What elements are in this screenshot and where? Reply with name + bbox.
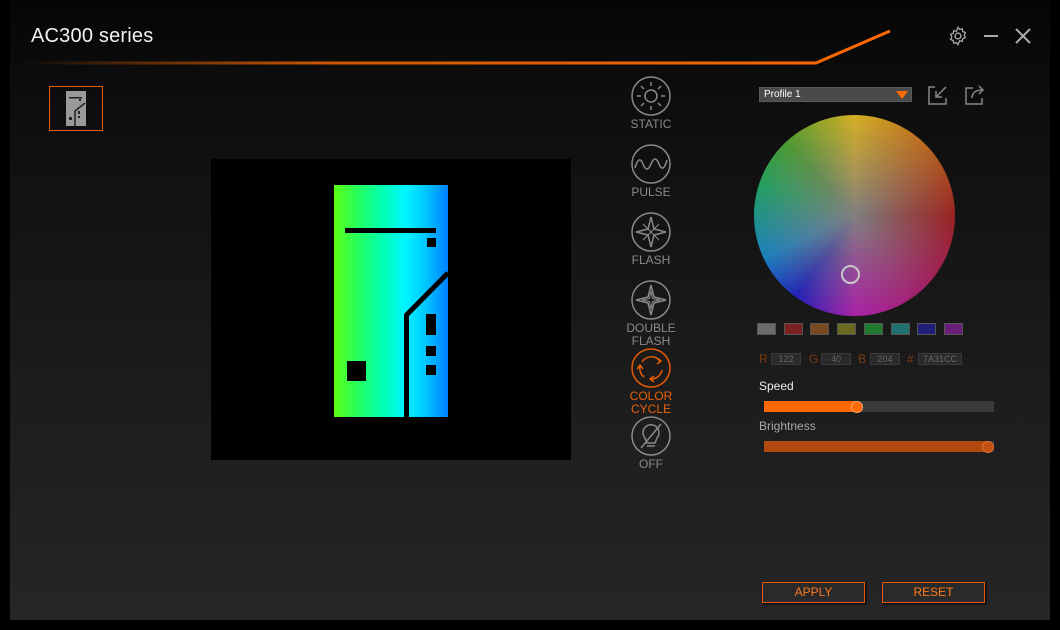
wave-icon [631,144,671,184]
device-preview [211,159,571,460]
mode-flash[interactable]: FLASH [620,212,682,267]
profile-dropdown[interactable]: Profile 1 [759,87,912,102]
color-swatch[interactable] [890,323,910,335]
color-swatch[interactable] [943,323,963,335]
profile-selected: Profile 1 [764,89,801,100]
settings-button[interactable] [946,24,970,48]
export-profile-button[interactable] [963,83,987,107]
star-icon [631,212,671,252]
color-swatch[interactable] [837,323,857,335]
b-label: B [858,352,867,366]
import-icon [928,86,947,105]
speed-slider[interactable] [764,400,994,413]
title-accent-line [20,29,891,65]
gear-icon [949,26,967,46]
color-swatch[interactable] [757,323,776,335]
mode-double-flash-label-2: FLASH [631,334,671,348]
title-bar: AC300 series [0,0,1060,70]
minimize-icon [984,35,998,37]
close-icon [1015,28,1031,44]
brightness-slider-fill [764,441,988,452]
mode-off[interactable]: OFF [620,416,682,471]
close-button[interactable] [1011,24,1035,48]
brightness-label: Brightness [759,419,816,433]
speed-slider-fill [764,401,857,412]
mode-off-label: OFF [639,457,663,471]
brightness-slider[interactable] [764,440,994,453]
color-swatch[interactable] [783,323,803,335]
r-label: R [759,352,768,366]
speed-slider-handle[interactable] [851,400,863,413]
color-swatch[interactable] [810,323,830,335]
reset-button[interactable]: RESET [882,582,985,603]
mode-flash-label: FLASH [631,253,671,267]
export-icon [965,85,985,105]
mode-static-label: STATIC [630,117,672,131]
color-wheel[interactable] [754,115,955,316]
bulb-off-icon [631,416,671,456]
color-swatch[interactable] [917,323,937,335]
sun-icon [631,76,671,116]
device-tab[interactable] [49,86,103,131]
brightness-slider-handle[interactable] [982,440,994,453]
chevron-down-icon [896,91,908,99]
b-value-input[interactable]: 204 [870,353,900,365]
g-label: G [809,352,819,366]
color-swatch[interactable] [863,323,883,335]
mode-pulse[interactable]: PULSE [620,144,682,199]
mode-static[interactable]: STATIC [620,76,682,131]
mode-pulse-label: PULSE [631,185,671,199]
hex-label: # [907,352,914,366]
minimize-button[interactable] [979,24,1003,48]
app-title: AC300 series [31,25,154,47]
r-value-input[interactable]: 122 [771,353,801,365]
case-details [345,228,448,417]
mode-double-flash[interactable]: DOUBLE FLASH [620,280,682,348]
pc-case-preview [334,185,448,417]
hex-value-input[interactable]: 7A31CC [918,353,962,365]
pc-case-icon [66,91,86,126]
speed-label: Speed [759,379,794,393]
import-profile-button[interactable] [926,83,950,107]
double-star-icon [631,280,671,320]
color-wheel-picker[interactable] [841,265,860,284]
cycle-icon [631,348,671,388]
mode-color-cycle[interactable]: COLOR CYCLE [620,348,682,416]
mode-color-cycle-label-2: CYCLE [630,402,671,416]
apply-button[interactable]: APPLY [762,582,865,603]
g-value-input[interactable]: 40 [821,353,851,365]
